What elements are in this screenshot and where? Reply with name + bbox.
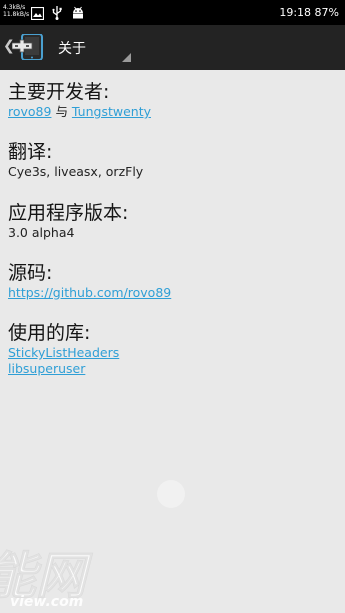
net-speed-down: 11.8kB/s [3,11,30,18]
touch-ripple [157,480,185,508]
status-right: 19:18 87% [279,6,339,19]
library-item: StickyListHeaders [8,345,119,361]
image-icon [30,5,45,24]
library-item: libsuperuser [8,361,119,377]
translation-section: 翻译: Cye3s, liveasx, orzFly [8,140,143,180]
library-link-libsuperuser[interactable]: libsuperuser [8,361,85,376]
source-line: https://github.com/rovo89 [8,285,171,301]
developers-heading: 主要开发者: [8,81,110,103]
libraries-section: 使用的库: StickyListHeaders libsuperuser [8,321,119,377]
libraries-heading: 使用的库: [8,322,91,344]
version-heading: 应用程序版本: [8,202,129,224]
source-link[interactable]: https://github.com/rovo89 [8,285,171,300]
translators-text: Cye3s, liveasx, orzFly [8,164,144,179]
status-bar: 4.3kB/s 11.8kB/s 19:18 87% [0,0,345,25]
version-section: 应用程序版本: 3.0 alpha4 [8,201,128,241]
app-logo-icon[interactable] [11,33,44,64]
developers-line: rovo89 与 Tungstwenty [8,104,151,120]
usb-icon [51,5,63,24]
clock: 19:18 [279,6,312,19]
android-icon [71,5,85,24]
developers-separator: 与 [51,104,72,119]
developers-section: 主要开发者: rovo89 与 Tungstwenty [8,80,151,120]
version-text: 3.0 alpha4 [8,225,75,240]
action-bar: ❮ 关于 [0,25,345,70]
wifi-icon [262,7,271,26]
net-speed-indicator: 4.3kB/s 11.8kB/s [3,4,29,18]
watermark: 能网 view.com [0,536,140,613]
library-link-stickylistheaders[interactable]: StickyListHeaders [8,345,119,360]
source-heading: 源码: [8,262,53,284]
watermark-sub: view.com [10,594,84,610]
developer-link-tungstwenty[interactable]: Tungstwenty [72,104,151,119]
developer-link-rovo89[interactable]: rovo89 [8,104,51,119]
translation-heading: 翻译: [8,141,53,163]
source-section: 源码: https://github.com/rovo89 [8,261,171,301]
page-title: 关于 [58,41,86,57]
net-speed-up: 4.3kB/s [3,4,26,11]
overflow-menu-indicator-icon[interactable] [122,53,131,62]
battery-level: 87% [314,6,339,19]
